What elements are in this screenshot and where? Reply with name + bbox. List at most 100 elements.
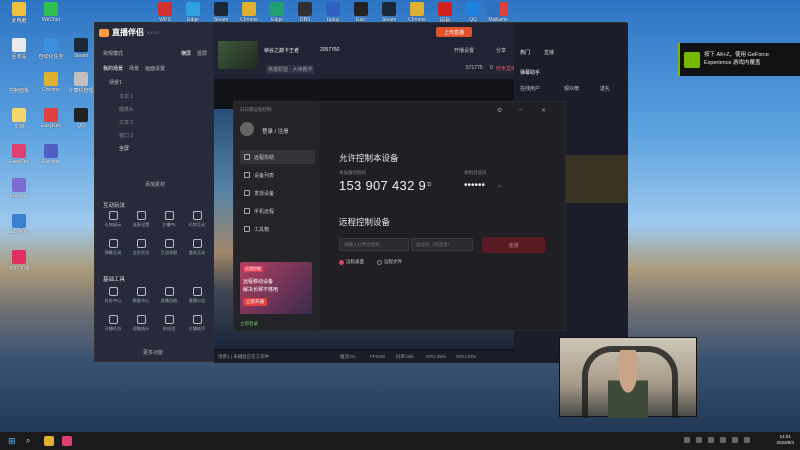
desktop-icon[interactable]: Easybar <box>4 178 34 208</box>
desktop-icon[interactable]: 此电脑 <box>4 2 34 32</box>
ranking-tab[interactable]: 观众榜 <box>564 85 579 92</box>
avatar[interactable] <box>240 122 254 136</box>
gift-icon <box>108 211 118 220</box>
promo-open-button[interactable]: 立即开通 <box>243 298 267 306</box>
nav-discover[interactable]: 发现设备 <box>240 186 315 200</box>
tool-button[interactable]: 礼物互动 <box>184 211 210 233</box>
nav-toolbox[interactable]: 工具箱 <box>240 222 315 236</box>
dialog-main: ⚙ – ✕ 允许控制本设备 本设备识别码 153 907 432 9 ⧉ 本机验… <box>319 102 567 330</box>
broadcast-task-icon <box>108 315 118 324</box>
desktop-icon[interactable]: Easybar <box>36 144 66 174</box>
right-tab-hot[interactable]: 热门 <box>520 49 530 56</box>
radio-remote-file[interactable]: 远程文件 <box>377 259 402 265</box>
desktop-icon[interactable]: EasyRec <box>36 108 66 138</box>
tray-icon[interactable] <box>696 437 702 443</box>
nav-phone-remote[interactable]: 手机远程 <box>240 204 315 218</box>
nvidia-notice-text: 按下 Alt+Z，使用 GeForce Experience 游戏内覆盖 <box>704 52 769 66</box>
tray-icon[interactable] <box>720 437 726 443</box>
tool-button[interactable]: 互动答题 <box>156 239 182 261</box>
right-tab-live[interactable]: 直播 <box>544 49 554 56</box>
end-live-button[interactable]: 结束直播 <box>496 65 516 72</box>
add-source-button[interactable]: 添加素材 <box>145 181 165 188</box>
tool-button[interactable]: 开播任务 <box>100 315 126 337</box>
tool-button[interactable]: 弹幕互动 <box>100 239 126 261</box>
login-register-link[interactable]: 登录 / 注册 <box>262 127 289 135</box>
tool-button[interactable]: 粉丝团 <box>156 315 182 337</box>
desktop-icon[interactable]: Chrome <box>36 72 66 102</box>
tool-button[interactable]: 连麦设置 <box>128 211 154 233</box>
chevron-down-icon[interactable]: ⌄ <box>497 182 502 189</box>
mode-selector[interactable]: 常规模式 <box>103 50 123 57</box>
tab-scene[interactable]: 场景 <box>129 65 139 72</box>
tool-button[interactable]: 主播助手 <box>184 315 210 337</box>
close-icon[interactable]: ✕ <box>541 107 546 114</box>
interaction-title: 互动玩法 <box>103 203 126 209</box>
nvidia-notification[interactable]: 按下 Alt+Z，使用 GeForce Experience 游戏内覆盖 <box>678 43 800 76</box>
tool-button[interactable]: 直播回放 <box>156 287 182 309</box>
taskbar-app-icon[interactable] <box>44 436 54 446</box>
room-category[interactable]: 英雄联盟 · 大神教学 <box>266 65 315 74</box>
nvidia-logo-icon <box>684 51 700 68</box>
tool-button[interactable]: 道具互动 <box>184 239 210 261</box>
tab-portrait[interactable]: 竖屏 <box>197 50 207 57</box>
desktop-icon[interactable]: QQ <box>66 108 96 138</box>
gifts-tab[interactable]: 送礼 <box>600 85 610 92</box>
tray-icon[interactable] <box>708 437 714 443</box>
tool-button[interactable]: 主播PK <box>156 211 182 233</box>
dialog-sidebar: 向日葵远程控制 登录 / 注册 远程协助 设备列表 发现设备 手机远程 工具箱 … <box>234 102 319 330</box>
nav-device-list[interactable]: 设备列表 <box>240 168 315 182</box>
tab-display-settings[interactable]: 画面设置 <box>145 65 165 72</box>
open-live-settings[interactable]: 开播设置 <box>454 47 474 54</box>
desktop-icon[interactable]: 文档 <box>4 108 34 138</box>
dialog-menu-icon[interactable]: ⚙ <box>497 107 502 114</box>
promo-banner[interactable]: 远程控制 远程移动设备 解决长臂不够用 立即开通 <box>240 262 312 314</box>
desktop-icon[interactable]: 自动化任务 <box>36 38 66 68</box>
copy-icon[interactable]: ⧉ <box>427 182 431 189</box>
tool-button[interactable]: 全民任务 <box>128 239 154 261</box>
source-item[interactable]: 文本 1 <box>119 93 133 100</box>
scene-group[interactable]: 场景1 <box>109 79 122 86</box>
source-item[interactable]: 全屏 <box>119 145 129 152</box>
source-item[interactable]: 文本 2 <box>119 119 133 126</box>
tool-button[interactable]: 礼物展示 <box>100 211 126 233</box>
dialog-app-title: 向日葵远程控制 <box>240 107 272 112</box>
app-left-panel: 直播伴侣 9.4.0.2 常规模式 横屏 竖屏 我的场景 场景 画面设置 场景1… <box>95 23 214 361</box>
tray-icon[interactable] <box>684 437 690 443</box>
desktop-icon[interactable]: 控制面板 <box>4 72 34 102</box>
tool-button[interactable]: 任务中心 <box>100 287 126 309</box>
tool-button[interactable]: 直播公告 <box>184 287 210 309</box>
upload-live-button[interactable]: 上传直播 <box>436 27 472 37</box>
connect-button[interactable]: 连接 <box>482 237 545 253</box>
webcam-person <box>608 350 648 418</box>
source-item[interactable]: 窗口 3 <box>119 132 133 139</box>
partner-id-input[interactable]: 请输入伙伴识别码 <box>339 238 409 251</box>
source-item[interactable]: 摄像头 <box>119 106 134 113</box>
desktop-icon[interactable]: Steam <box>66 38 96 68</box>
online-users-tab[interactable]: 在线用户 <box>520 85 540 92</box>
desktop-icon[interactable]: EasyRec <box>4 144 34 174</box>
tool-button[interactable]: 观看统计 <box>128 315 154 337</box>
desktop-icon[interactable]: WeChat <box>36 2 66 32</box>
more-tools-button[interactable]: 更多功能 <box>143 349 163 356</box>
status-stat: GPU:40% <box>456 354 477 359</box>
app-brand-name: 直播伴侣 <box>112 28 144 37</box>
desktop-icon[interactable]: 实时主播 <box>4 250 34 280</box>
share-button[interactable]: 分享 <box>496 47 506 54</box>
partner-password-input[interactable]: 验证码（可选填） <box>411 238 473 251</box>
tab-landscape[interactable]: 横屏 <box>181 50 191 57</box>
login-hint[interactable]: 立即登录 <box>240 321 258 327</box>
tool-button[interactable]: 数据中心 <box>128 287 154 309</box>
volume-icon[interactable] <box>744 437 750 443</box>
wifi-icon[interactable] <box>732 437 738 443</box>
desktop-icon[interactable]: 回收站 <box>4 38 34 68</box>
radio-remote-desktop[interactable]: 远程桌面 <box>339 259 364 265</box>
search-icon[interactable]: ⌕ <box>26 436 36 446</box>
minimize-icon[interactable]: – <box>519 107 522 113</box>
desktop-icon[interactable]: EasyRec <box>4 214 34 244</box>
start-icon[interactable]: ⊞ <box>8 436 18 446</box>
taskbar-app-icon[interactable] <box>62 436 72 446</box>
tab-my-scenes[interactable]: 我的场景 <box>103 65 123 72</box>
nav-remote-assist[interactable]: 远程协助 <box>240 150 315 164</box>
desktop-icon[interactable]: 计算机管理 <box>66 72 96 102</box>
clock[interactable]: 14:01 2023/8/3 <box>776 434 794 447</box>
